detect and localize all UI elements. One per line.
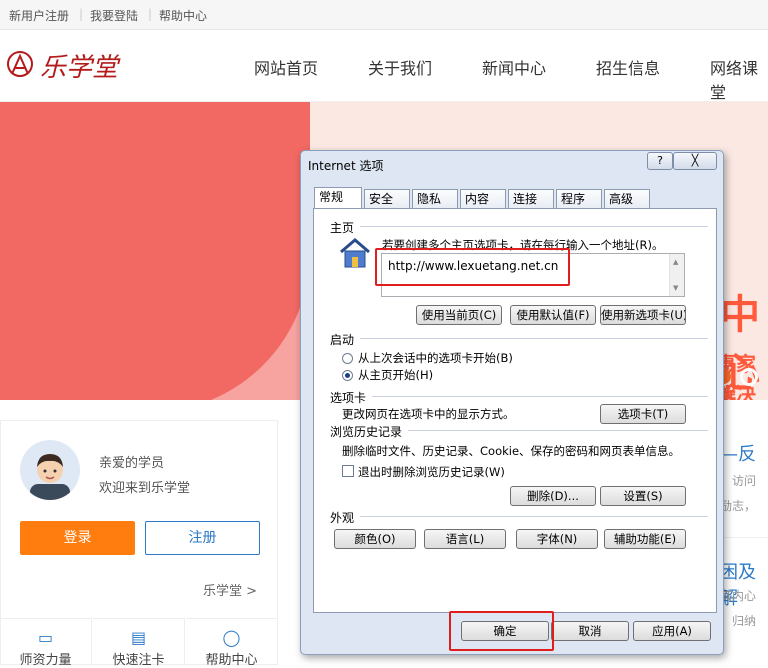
highlight-box [375,248,570,286]
section-title: 选项卡 [330,391,367,405]
quick-link-label: 帮助中心 [205,653,258,668]
banner-shape [0,102,310,400]
nav-item-about[interactable]: 关于我们 [368,55,432,79]
section-title: 启动 [330,333,355,347]
startup-option-label: 从主页开始(H) [358,368,434,382]
help-link[interactable]: 帮助中心 [159,7,207,24]
highlight-box [449,611,554,651]
history-settings-button[interactable]: 设置(S) [600,486,686,506]
separator: | [79,7,84,21]
logo-text: 乐学堂 [40,53,121,83]
tab-content[interactable]: 内容 [460,189,506,209]
history-description: 删除临时文件、历史记录、Cookie、保存的密码和网页表单信息。 [342,444,681,458]
startup-last-session-radio[interactable] [342,353,353,364]
colors-button[interactable]: 颜色(O) [334,529,416,549]
quick-link-help[interactable]: ◯ 帮助中心 [186,618,278,668]
quick-link-card[interactable]: ▤ 快速注卡 [93,618,185,668]
scroll-up-icon: ▲ [673,258,679,266]
divider [360,516,708,517]
divider [360,338,708,339]
accessibility-button[interactable]: 辅助功能(E) [604,529,686,549]
startup-option-label: 从上次会话中的选项卡开始(B) [358,351,513,365]
help-button[interactable]: ? [647,152,673,170]
greeting-text: 亲爱的学员 [99,456,165,471]
tabs-settings-button[interactable]: 选项卡(T) [600,404,686,424]
quick-link-teachers[interactable]: ▭ 师资力量 [0,618,92,668]
divider [720,537,768,538]
site-logo[interactable]: 乐学堂 [4,44,144,88]
startup-homepage-radio[interactable] [342,370,353,381]
languages-button[interactable]: 语言(L) [424,529,506,549]
divider [372,396,708,397]
news-title[interactable]: —反 [720,440,756,466]
register-link[interactable]: 新用户注册 [9,7,69,24]
quick-link-label: 快速注卡 [112,653,165,668]
scroll-down-icon: ▼ [673,284,679,292]
logo-icon: 乐学堂 [7,51,121,83]
site-link[interactable]: 乐学堂 > [203,580,257,599]
top-bar: 新用户注册 | 我要登陆 | 帮助中心 [0,0,768,30]
scrollbar[interactable]: ▲ ▼ [669,254,684,296]
carousel-dot[interactable] [740,368,758,386]
login-link[interactable]: 我要登陆 [90,7,138,24]
login-button[interactable]: 登录 [20,521,135,555]
use-default-button[interactable]: 使用默认值(F) [510,305,596,325]
welcome-text: 欢迎来到乐学堂 [99,481,191,496]
tab-programs[interactable]: 程序 [556,189,602,209]
divider [360,226,708,227]
use-current-button[interactable]: 使用当前页(C) [416,305,502,325]
section-title: 外观 [330,511,355,525]
section-title: 浏览历史记录 [330,425,403,439]
news-snippet: 其内心 [720,589,757,603]
card-icon: ▤ [130,628,147,647]
divider [408,430,708,431]
nav-item-admission[interactable]: 招生信息 [596,55,660,79]
news-snippet: ，访问 [720,474,757,488]
nav-item-online-class[interactable]: 网络课堂 [710,55,768,103]
news-snippet: 励志， [720,499,757,513]
dialog-title: Internet 选项 [308,159,384,173]
tab-privacy[interactable]: 隐私 [412,189,458,209]
apply-button[interactable]: 应用(A) [633,621,711,641]
nav-item-news[interactable]: 新闻中心 [482,55,546,79]
delete-on-exit-checkbox[interactable] [342,465,354,477]
cancel-button[interactable]: 取消 [551,621,629,641]
monitor-icon: ▭ [37,628,54,647]
user-icon: ◯ [222,628,241,647]
site-header: 乐学堂 网站首页 关于我们 新闻中心 招生信息 网络课堂 [0,30,768,102]
tab-connections[interactable]: 连接 [508,189,554,209]
delete-on-exit-label: 退出时删除浏览历史记录(W) [358,465,505,479]
tab-security[interactable]: 安全 [364,189,410,209]
use-new-tab-button[interactable]: 使用新选项卡(U) [600,305,686,325]
news-snippet: ！归纳 [720,614,757,628]
fonts-button[interactable]: 字体(N) [516,529,598,549]
section-title: 主页 [330,221,355,235]
quick-link-label: 师资力量 [19,653,72,668]
close-button[interactable]: ╳ [673,152,717,170]
separator: | [148,7,153,21]
tab-advanced[interactable]: 高级 [604,189,650,209]
register-button[interactable]: 注册 [145,521,260,555]
internet-options-dialog: Internet 选项 ? ╳ 常规 安全 隐私 内容 连接 程序 高级 主页 … [300,150,724,655]
delete-history-button[interactable]: 删除(D)... [510,486,596,506]
nav-item-home[interactable]: 网站首页 [254,55,318,79]
home-icon [340,238,370,268]
avatar [20,440,80,500]
tab-general[interactable]: 常规 [314,187,362,209]
tabs-description: 更改网页在选项卡中的显示方式。 [342,407,515,421]
